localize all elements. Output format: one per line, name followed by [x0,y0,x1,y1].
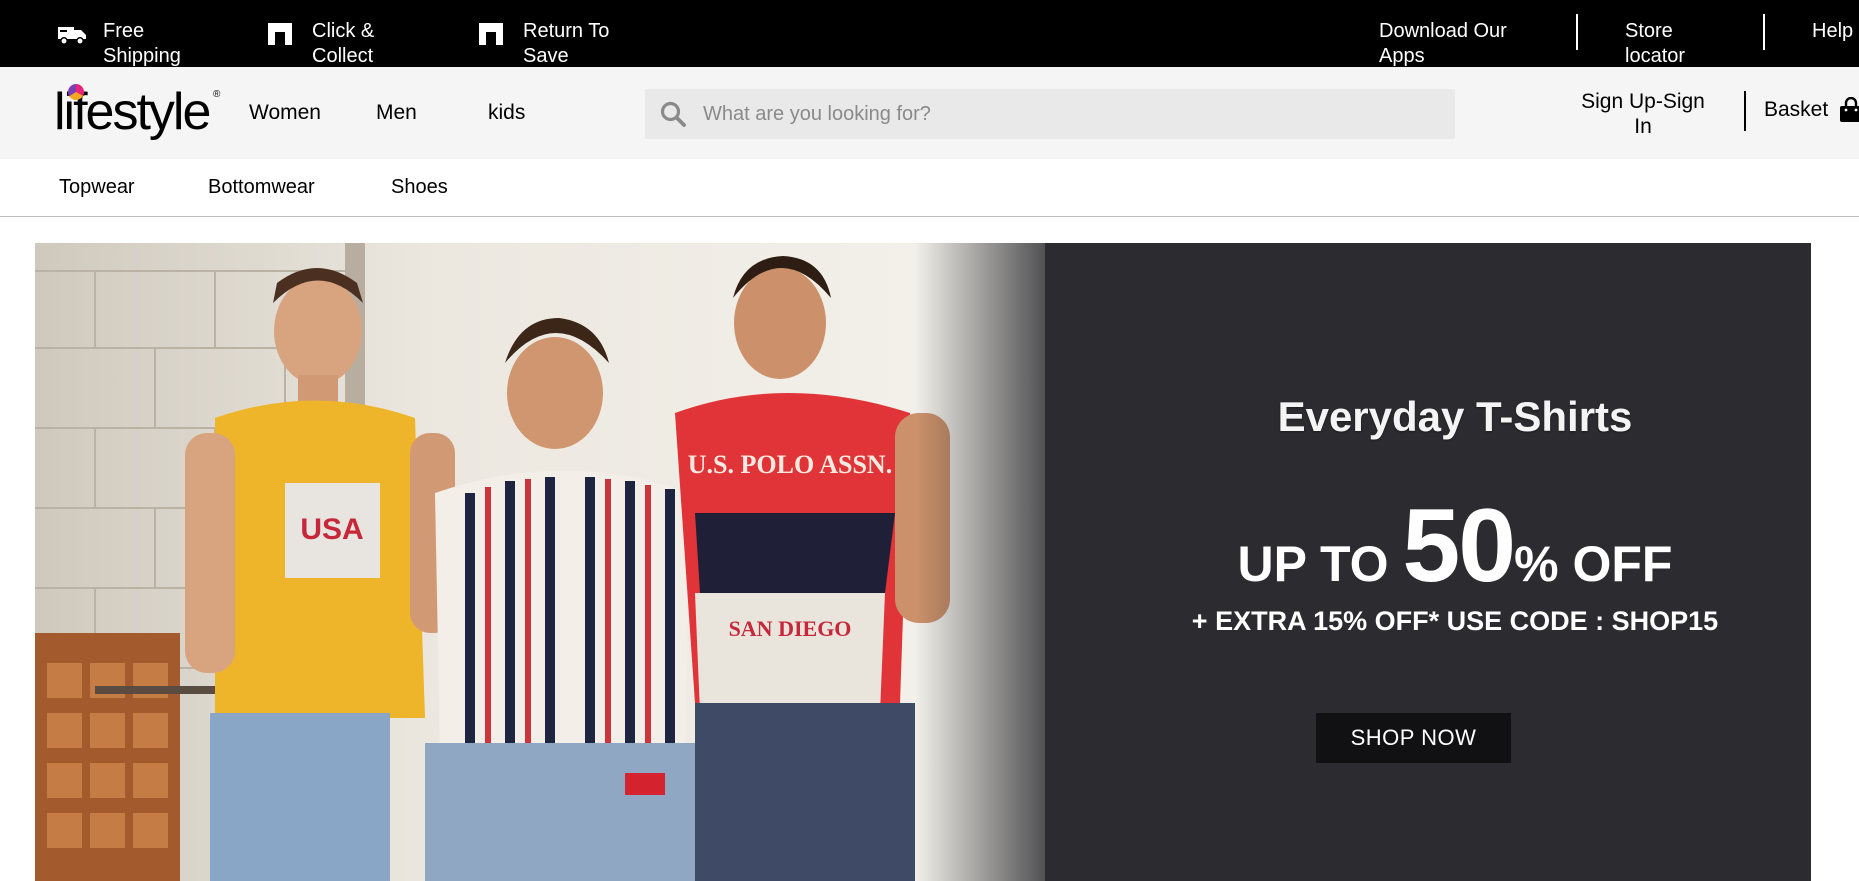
hero-promo-code: + EXTRA 15% OFF* USE CODE : SHOP15 [1035,606,1811,637]
click-collect-link[interactable]: Click & Collect [266,19,422,69]
offer-percent-number: 50 [1402,488,1516,604]
offer-suffix: % OFF [1514,536,1673,592]
store-return-icon [479,23,503,45]
subnav-bottomwear[interactable]: Bottomwear [208,176,315,199]
free-shipping-label: Free Shipping [103,20,181,67]
topbar-divider [1763,14,1765,50]
shirt-print-usa: USA [300,513,363,546]
nav-men[interactable]: Men [376,101,417,125]
shopping-bag-icon [1840,97,1859,122]
help-link[interactable]: Help [1812,19,1853,44]
offer-prefix: UP TO [1237,536,1403,592]
hero-banner[interactable]: USA U.S. POLO ASSN. SAN DIEGO Everyday T… [35,243,1811,881]
promo-text: + EXTRA 15% OFF* USE CODE : [1191,606,1612,636]
subnav-shoes[interactable]: Shoes [391,176,448,199]
hero-offer: UP TO 50% OFF [1035,487,1811,606]
top-utility-bar: Free Shipping Click & Collect Return To … [0,0,1859,67]
search-input[interactable] [703,102,1443,126]
basket-button[interactable]: Basket [1764,97,1859,123]
nav-women[interactable]: Women [249,101,321,125]
subnav-topwear[interactable]: Topwear [59,176,135,199]
basket-label: Basket [1764,98,1829,121]
click-collect-label: Click & Collect [312,20,375,67]
free-shipping-link[interactable]: Free Shipping [57,19,213,69]
shop-now-button[interactable]: SHOP NOW [1316,713,1511,763]
store-icon [268,23,292,45]
return-to-save-label: Return To Save [523,20,610,67]
header-divider [1744,91,1746,131]
download-apps-link[interactable]: Download Our Apps [1379,19,1529,69]
logo-dot-icon [68,84,84,100]
shirt-print-polo: U.S. POLO ASSN. [688,450,892,479]
shirt-print-san-diego: SAN DIEGO [729,616,852,641]
topbar-divider [1576,14,1578,50]
registered-mark: ® [213,89,221,100]
lifestyle-logo[interactable]: lifestyle [54,81,224,143]
main-header: lifestyle ® Women Men kids Sign Up-Sign … [0,67,1859,159]
truck-icon [58,27,86,45]
search-bar[interactable] [645,89,1455,139]
return-to-save-link[interactable]: Return To Save [477,19,643,69]
store-locator-link[interactable]: Store locator [1625,19,1725,69]
promo-code: SHOP15 [1611,606,1719,636]
category-subnav: Topwear Bottomwear Shoes [0,159,1859,217]
sign-in-link[interactable]: Sign Up-Sign In [1570,89,1716,139]
search-icon[interactable] [659,100,687,128]
nav-kids[interactable]: kids [488,101,525,125]
hero-title: Everyday T-Shirts [1277,393,1633,440]
hero-models-image: USA U.S. POLO ASSN. SAN DIEGO [35,243,1045,881]
